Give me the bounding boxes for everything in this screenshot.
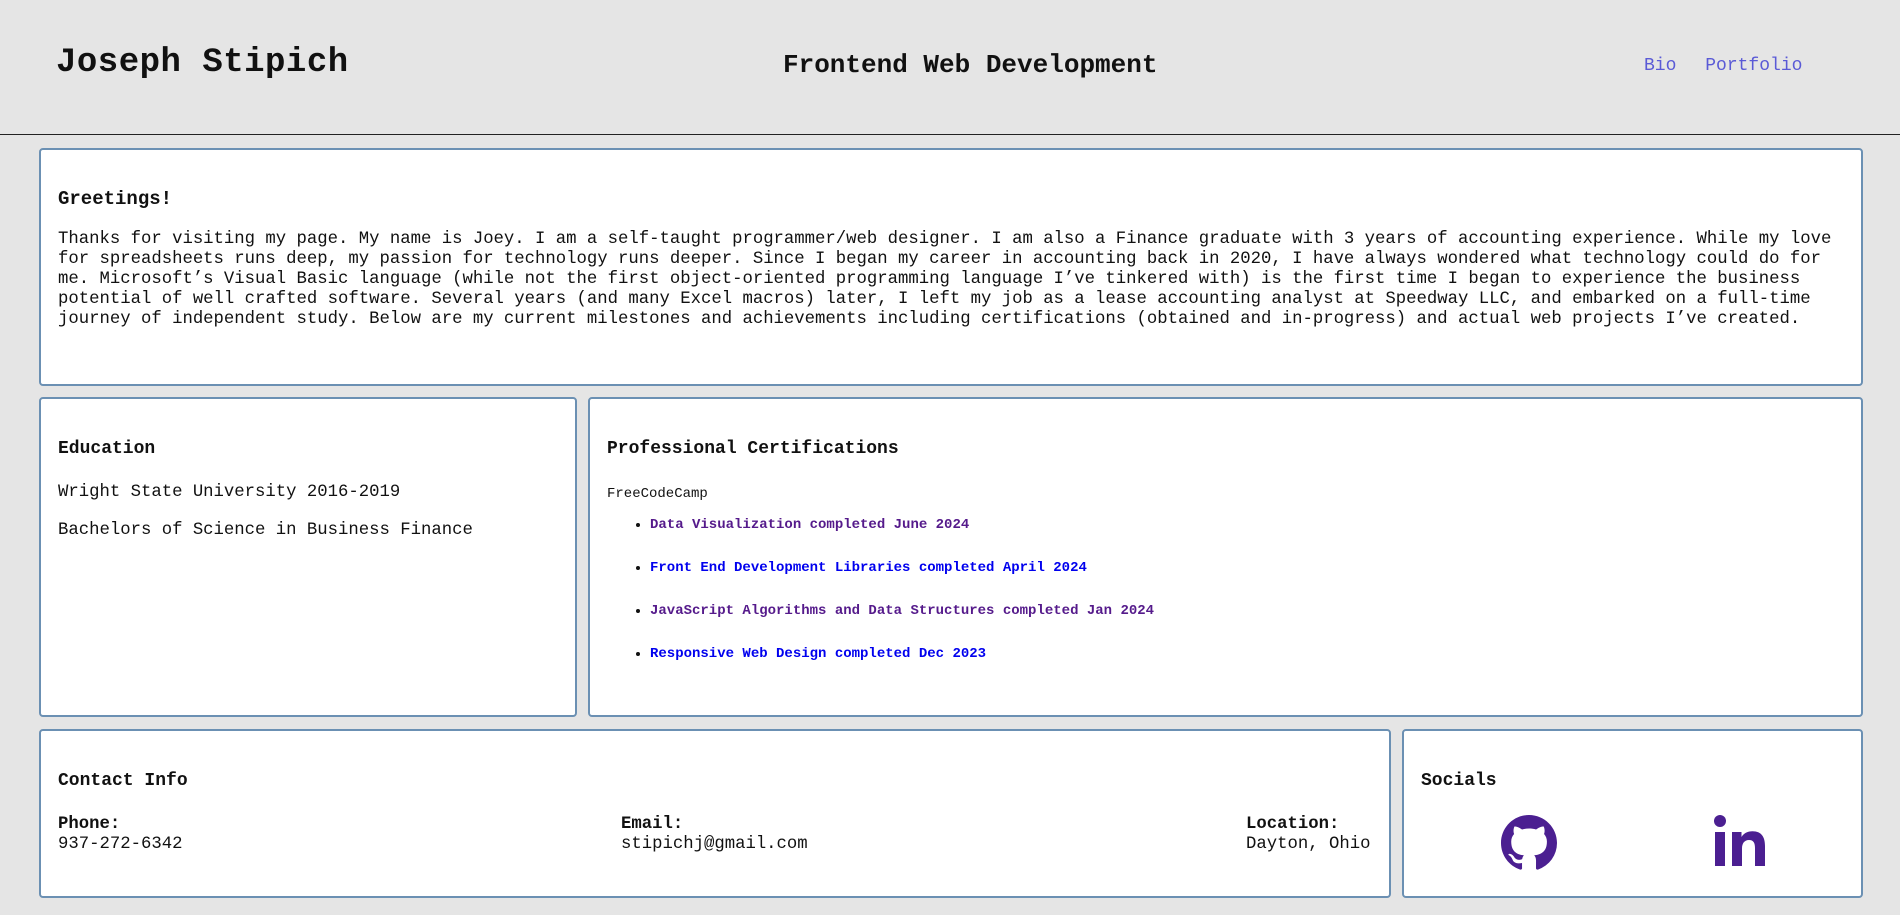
github-icon[interactable] <box>1501 815 1557 876</box>
greeting-title: Greetings! <box>58 188 173 210</box>
education-degree: Bachelors of Science in Business Finance <box>58 521 473 540</box>
education-title: Education <box>58 439 156 459</box>
certification-link-front-end-libraries[interactable]: Front End Development Libraries complete… <box>650 560 1087 576</box>
certification-link-responsive-web-design[interactable]: Responsive Web Design completed Dec 2023 <box>650 646 986 662</box>
certification-item: Front End Development Libraries complete… <box>650 560 1154 603</box>
certification-item: JavaScript Algorithms and Data Structure… <box>650 603 1154 646</box>
location-label: Location: <box>1246 815 1340 834</box>
header: Joseph Stipich Frontend Web Development … <box>0 0 1900 135</box>
linkedin-icon[interactable] <box>1714 815 1766 872</box>
phone-label: Phone: <box>58 815 121 834</box>
greeting-body: Thanks for visiting my page. My name is … <box>58 230 1832 329</box>
certification-item: Data Visualization completed June 2024 <box>650 517 1154 560</box>
email-value: stipichj@gmail.com <box>621 835 808 854</box>
email-label: Email: <box>621 815 684 834</box>
contact-email: Email: stipichj@gmail.com <box>621 815 808 855</box>
certification-link-data-visualization[interactable]: Data Visualization completed June 2024 <box>650 517 969 533</box>
nav-link-bio[interactable]: Bio <box>1644 56 1676 76</box>
contact-title: Contact Info <box>58 771 188 791</box>
certifications-card: Professional Certifications FreeCodeCamp… <box>588 397 1863 717</box>
education-school: Wright State University 2016-2019 <box>58 483 401 502</box>
site-tagline: Frontend Web Development <box>783 50 1158 80</box>
certification-provider: FreeCodeCamp <box>607 486 708 502</box>
site-name: Joseph Stipich <box>56 44 349 82</box>
contact-phone: Phone: 937-272-6342 <box>58 815 182 855</box>
socials-card: Socials <box>1402 729 1863 898</box>
location-value: Dayton, Ohio <box>1246 835 1371 854</box>
socials-title: Socials <box>1421 771 1497 791</box>
main-nav: Bio Portfolio <box>1644 56 1820 76</box>
phone-value: 937-272-6342 <box>58 835 183 854</box>
certification-link-javascript-algorithms[interactable]: JavaScript Algorithms and Data Structure… <box>650 603 1154 619</box>
nav-link-portfolio[interactable]: Portfolio <box>1705 56 1802 76</box>
contact-location: Location: Dayton, Ohio <box>1246 815 1370 855</box>
contact-card: Contact Info Phone: 937-272-6342 Email: … <box>39 729 1391 898</box>
certification-item: Responsive Web Design completed Dec 2023 <box>650 646 1154 689</box>
education-card: Education Wright State University 2016-2… <box>39 397 577 717</box>
greeting-card: Greetings! Thanks for visiting my page. … <box>39 148 1863 386</box>
certifications-title: Professional Certifications <box>607 439 899 459</box>
certification-list: Data Visualization completed June 2024 F… <box>607 517 1154 689</box>
